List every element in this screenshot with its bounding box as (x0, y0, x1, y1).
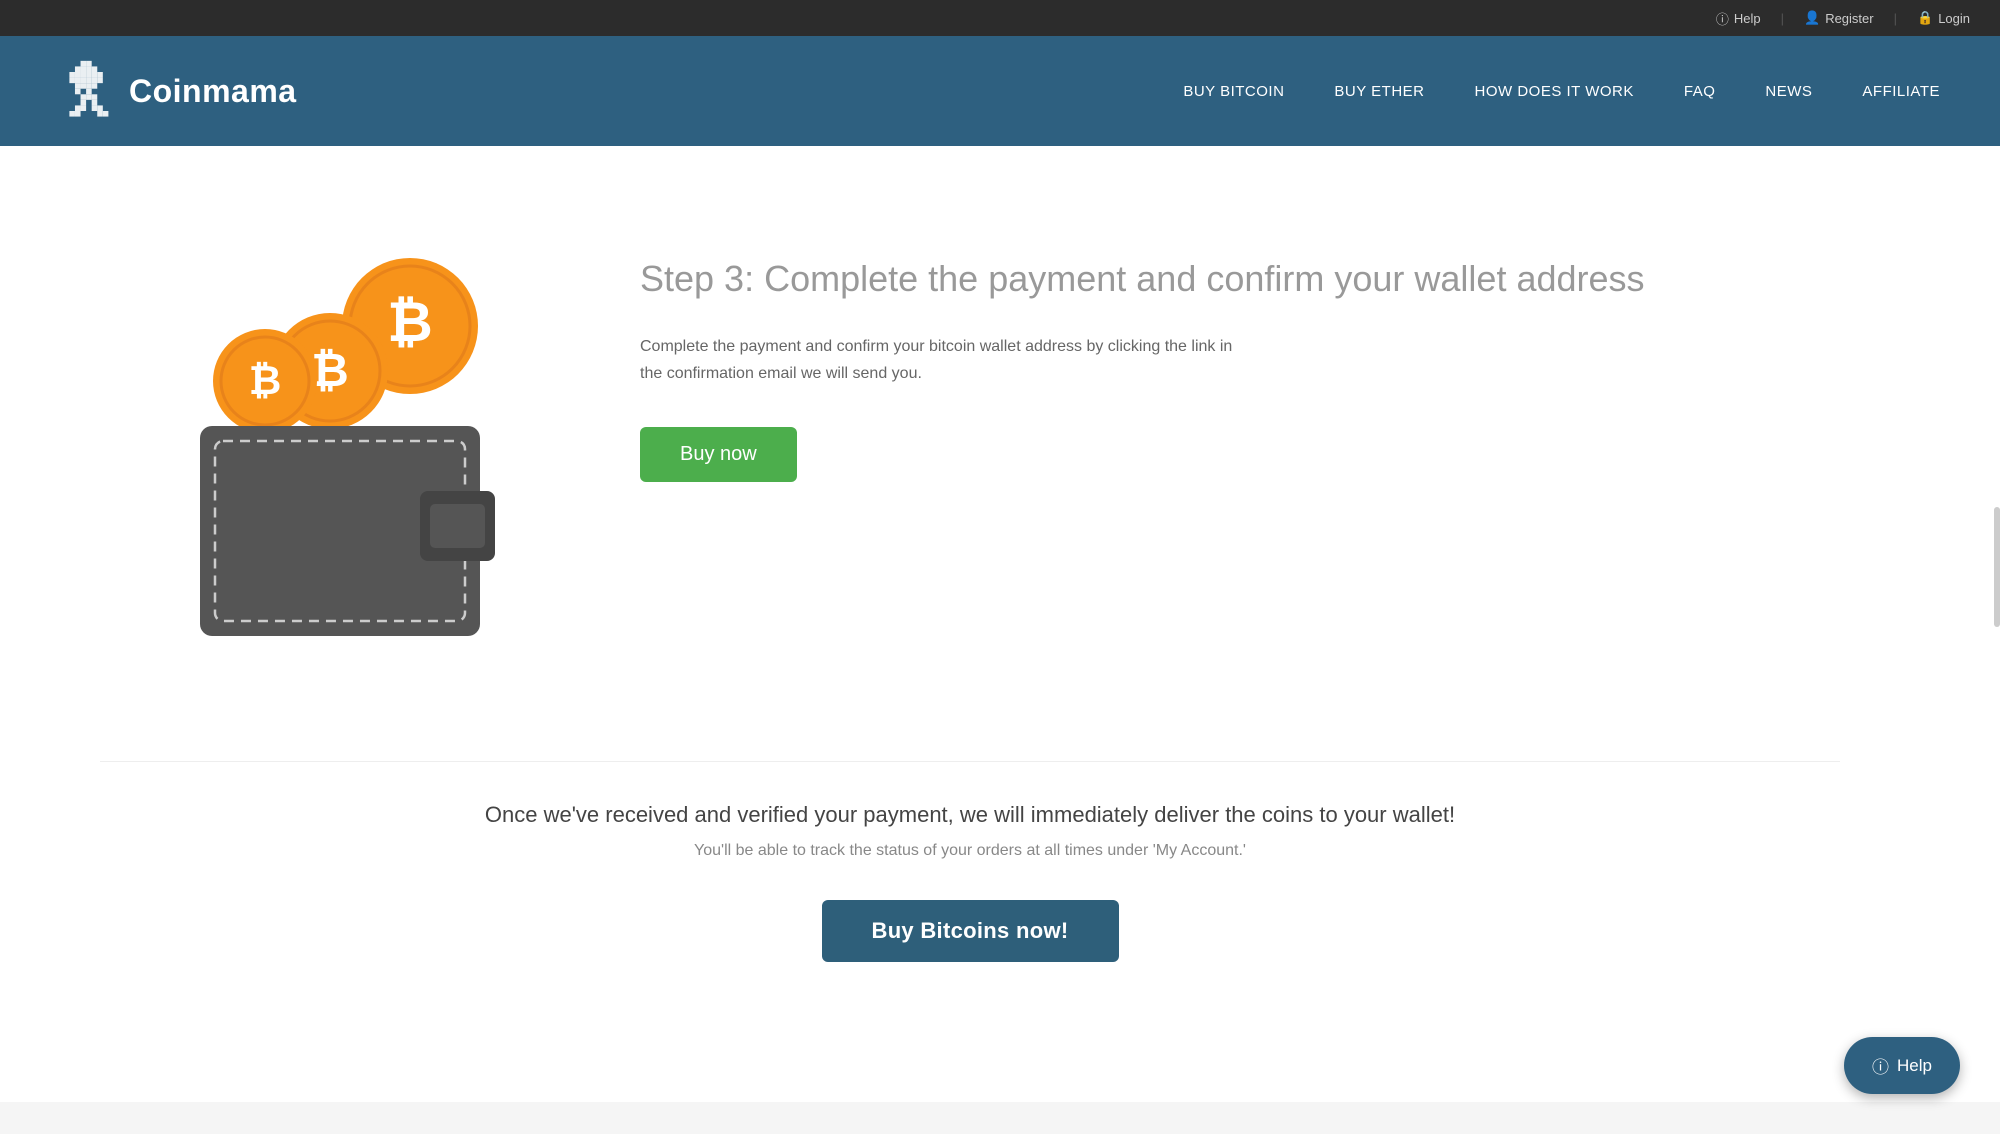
scrollbar[interactable] (1994, 507, 2000, 627)
cta-sub-text: You'll be able to track the status of yo… (100, 842, 1840, 860)
nav-news[interactable]: NEWS (1765, 83, 1812, 100)
nav-faq[interactable]: FAQ (1684, 83, 1716, 100)
step-description: Complete the payment and confirm your bi… (640, 333, 1240, 387)
step-title: Step 3: Complete the payment and confirm… (640, 256, 1840, 303)
help-circle-icon: ⓘ (1716, 9, 1729, 28)
wallet-svg: ₿ ₿ ₿ (100, 226, 520, 676)
main-nav: BUY BITCOIN BUY ETHER HOW DOES IT WORK F… (1183, 83, 1940, 100)
help-fab-button[interactable]: ⓘ Help (1844, 1037, 1960, 1094)
help-link[interactable]: ⓘ Help (1716, 9, 1761, 28)
nav-how-it-works[interactable]: HOW DOES IT WORK (1475, 83, 1634, 100)
logo-text: Coinmama (129, 73, 297, 110)
nav-affiliate[interactable]: AFFILIATE (1862, 83, 1940, 100)
register-link-label: Register (1825, 11, 1873, 26)
register-link[interactable]: 👤 Register (1804, 10, 1874, 26)
svg-text:₿: ₿ (387, 290, 433, 353)
register-icon: 👤 (1804, 10, 1820, 26)
cta-main-text: Once we've received and verified your pa… (100, 802, 1840, 828)
wallet-illustration: ₿ ₿ ₿ (100, 226, 520, 681)
site-header: Coinmama BUY BITCOIN BUY ETHER HOW DOES … (0, 36, 2000, 146)
help-fab-label: Help (1897, 1056, 1932, 1076)
svg-text:₿: ₿ (311, 344, 349, 396)
nav-buy-ether[interactable]: BUY ETHER (1334, 83, 1424, 100)
divider2: | (1894, 11, 1897, 26)
login-link[interactable]: 🔒 Login (1917, 10, 1970, 26)
logo-regular: Coin (129, 73, 202, 109)
svg-text:₿: ₿ (249, 359, 282, 403)
help-fab-icon: ⓘ (1872, 1053, 1889, 1078)
help-link-label: Help (1734, 11, 1761, 26)
logo-icon (60, 59, 115, 124)
main-content: ₿ ₿ ₿ Step 3: Complete the payment (0, 146, 2000, 1102)
logo[interactable]: Coinmama (60, 59, 297, 124)
divider1: | (1781, 11, 1784, 26)
buy-now-button[interactable]: Buy now (640, 427, 797, 482)
nav-buy-bitcoin[interactable]: BUY BITCOIN (1183, 83, 1284, 100)
login-link-label: Login (1938, 11, 1970, 26)
step-section: ₿ ₿ ₿ Step 3: Complete the payment (100, 226, 1840, 681)
logo-bold: mama (202, 73, 297, 109)
top-bar: ⓘ Help | 👤 Register | 🔒 Login (0, 0, 2000, 36)
login-icon: 🔒 (1917, 10, 1933, 26)
buy-bitcoins-button[interactable]: Buy Bitcoins now! (822, 900, 1119, 962)
step-info: Step 3: Complete the payment and confirm… (640, 226, 1840, 482)
cta-section: Once we've received and verified your pa… (100, 761, 1840, 1022)
